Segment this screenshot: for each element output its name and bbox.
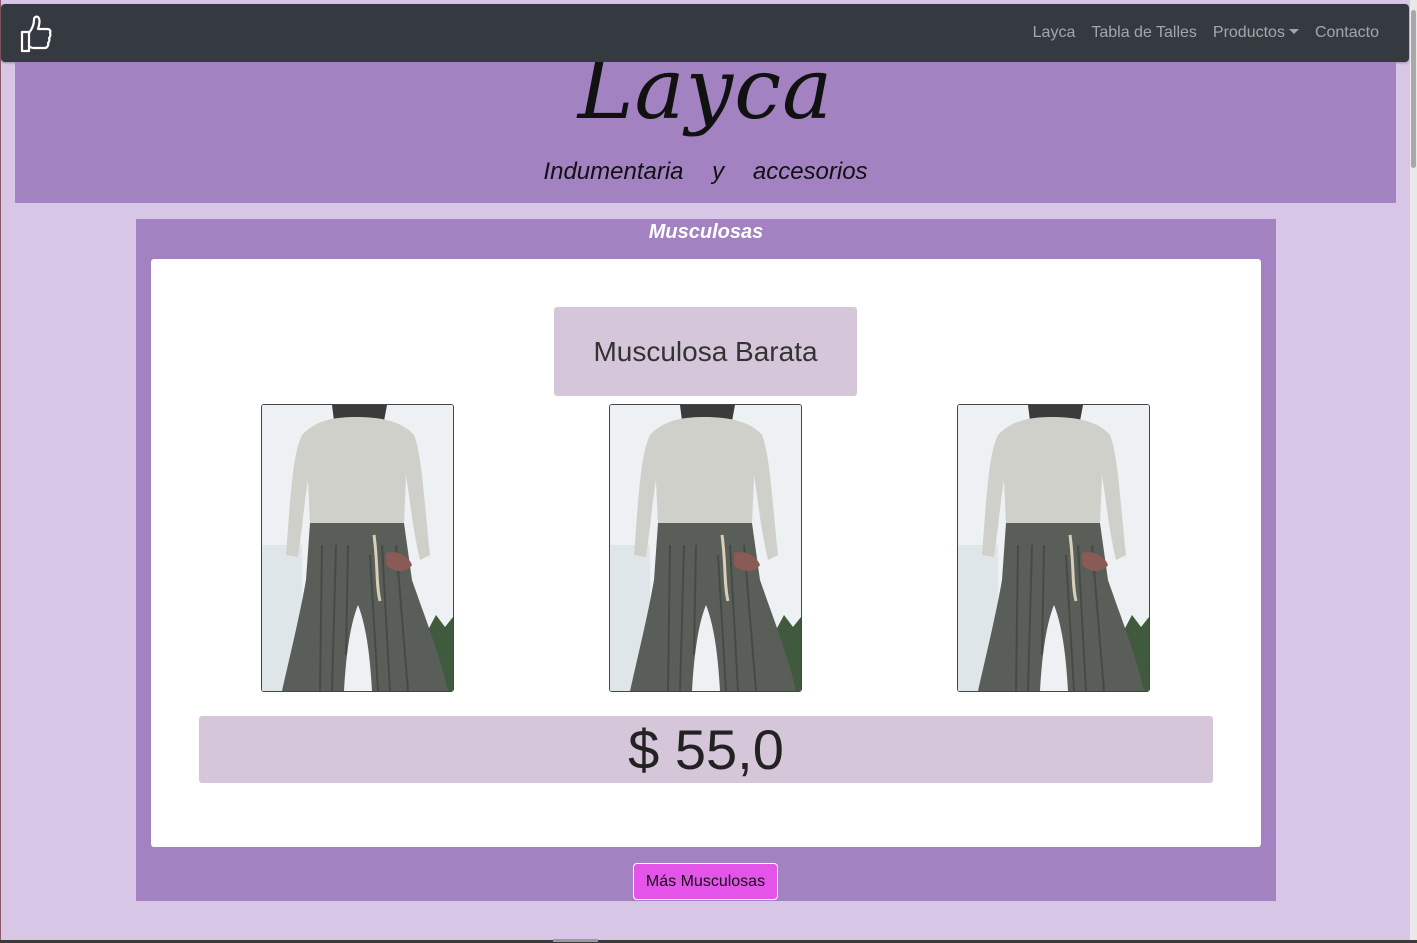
nav-link-contacto[interactable]: Contacto: [1307, 24, 1387, 42]
scrollbar[interactable]: [1410, 0, 1417, 943]
caret-down-icon: [1288, 29, 1299, 34]
nav-link-tabla-de-talles[interactable]: Tabla de Talles: [1083, 24, 1205, 42]
product-price: $ 55,0: [628, 717, 784, 781]
product-section: Musculosas Musculosa Barata $ 55,0 Más M…: [136, 219, 1276, 901]
product-photo[interactable]: [261, 404, 454, 692]
product-photo[interactable]: [957, 404, 1150, 692]
bottom-scroll-indicator: [553, 939, 598, 942]
nav-dropdown-productos[interactable]: Productos: [1205, 24, 1307, 42]
nav-dropdown-label: Productos: [1212, 24, 1285, 41]
page: Layca Tabla de Talles Productos Contacto…: [0, 0, 1417, 943]
window-edge: [0, 0, 1, 943]
nav-links: Layca Tabla de Talles Productos Contacto: [1025, 4, 1387, 62]
nav-link-layca[interactable]: Layca: [1025, 24, 1084, 42]
thumbs-up-icon[interactable]: [19, 14, 53, 54]
product-name-panel: Musculosa Barata: [554, 307, 857, 396]
product-card: Musculosa Barata $ 55,0: [151, 259, 1261, 847]
scrollbar-thumb[interactable]: [1411, 10, 1416, 168]
product-photo[interactable]: [609, 404, 802, 692]
site-header: Layca Indumentaria y accesorios: [15, 62, 1396, 203]
navbar: Layca Tabla de Talles Productos Contacto: [1, 4, 1409, 62]
price-panel: $ 55,0: [199, 716, 1213, 783]
section-title: Musculosas: [648, 221, 764, 243]
product-name: Musculosa Barata: [593, 335, 818, 367]
more-products-button[interactable]: Más Musculosas: [633, 863, 778, 900]
site-logo: Layca: [577, 62, 834, 138]
site-tagline: Indumentaria y accesorios: [543, 158, 868, 185]
